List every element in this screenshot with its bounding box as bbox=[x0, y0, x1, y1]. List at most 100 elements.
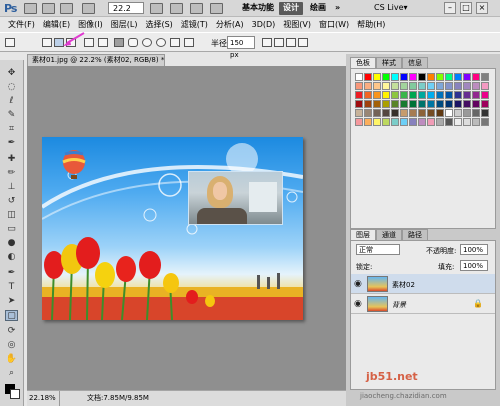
color-swatch[interactable] bbox=[472, 118, 480, 126]
opacity-input[interactable]: 100% bbox=[460, 244, 488, 255]
color-swatch[interactable] bbox=[400, 100, 408, 108]
maximize-icon[interactable]: □ bbox=[460, 2, 472, 14]
color-swatch[interactable] bbox=[391, 109, 399, 117]
type-tool-icon[interactable]: T bbox=[5, 282, 18, 293]
color-swatch[interactable] bbox=[418, 73, 426, 81]
color-swatch[interactable] bbox=[454, 91, 462, 99]
color-swatch[interactable] bbox=[472, 82, 480, 90]
color-swatch[interactable] bbox=[427, 91, 435, 99]
color-swatch[interactable] bbox=[481, 91, 489, 99]
color-swatch[interactable] bbox=[382, 118, 390, 126]
cs-live-button[interactable]: CS Live▾ bbox=[374, 3, 408, 12]
layer-photo-woman[interactable] bbox=[188, 171, 283, 225]
menu-layer[interactable]: 图层(L) bbox=[111, 19, 138, 30]
menu-select[interactable]: 选择(S) bbox=[145, 19, 172, 30]
color-swatch[interactable] bbox=[463, 109, 471, 117]
color-swatch[interactable] bbox=[409, 109, 417, 117]
color-swatch[interactable] bbox=[364, 91, 372, 99]
minimize-icon[interactable]: – bbox=[444, 2, 456, 14]
hand-tool-icon[interactable]: ✋ bbox=[5, 354, 18, 365]
color-swatch[interactable] bbox=[391, 91, 399, 99]
color-swatch[interactable] bbox=[391, 82, 399, 90]
screen-mode-icon[interactable] bbox=[210, 3, 223, 14]
status-doc-size[interactable]: 文档:7.85M/9.85M bbox=[87, 391, 149, 405]
zoom-level-field[interactable]: 22.2 bbox=[108, 2, 144, 14]
color-swatch[interactable] bbox=[463, 82, 471, 90]
marquee-tool-icon[interactable]: ◌ bbox=[5, 82, 18, 93]
color-swatch[interactable] bbox=[364, 100, 372, 108]
blur-tool-icon[interactable]: ● bbox=[5, 238, 18, 249]
color-swatch[interactable] bbox=[364, 118, 372, 126]
color-swatch[interactable] bbox=[427, 109, 435, 117]
workspace-basic[interactable]: 基本功能 bbox=[238, 2, 278, 15]
workspace-painting[interactable]: 绘画 bbox=[306, 2, 330, 15]
color-swatch[interactable] bbox=[382, 109, 390, 117]
color-swatch[interactable] bbox=[436, 73, 444, 81]
color-swatch[interactable] bbox=[355, 82, 363, 90]
color-swatch[interactable] bbox=[427, 100, 435, 108]
arrange-documents-icon[interactable] bbox=[190, 3, 203, 14]
3d-orbit-icon[interactable]: ◎ bbox=[5, 340, 18, 351]
color-swatch[interactable] bbox=[481, 73, 489, 81]
move-tool-icon[interactable]: ✥ bbox=[5, 68, 18, 79]
path-select-icon[interactable]: ➤ bbox=[5, 296, 18, 307]
visibility-eye-icon[interactable]: ◉ bbox=[354, 279, 362, 289]
freeform-pen-icon[interactable] bbox=[98, 38, 108, 47]
rotate-view-icon[interactable] bbox=[170, 3, 183, 14]
color-swatch[interactable] bbox=[400, 82, 408, 90]
color-swatch[interactable] bbox=[382, 91, 390, 99]
minibridge-icon[interactable] bbox=[42, 3, 55, 14]
bridge-icon[interactable] bbox=[24, 3, 37, 14]
crop-tool-icon[interactable]: ⌗ bbox=[5, 124, 18, 135]
lasso-tool-icon[interactable]: ℓ bbox=[5, 96, 18, 107]
rectangle-icon[interactable] bbox=[114, 38, 124, 47]
color-swatch[interactable] bbox=[454, 73, 462, 81]
line-icon[interactable] bbox=[170, 38, 180, 47]
menu-file[interactable]: 文件(F) bbox=[8, 19, 35, 30]
menu-view[interactable]: 视图(V) bbox=[283, 19, 311, 30]
color-swatch[interactable] bbox=[436, 109, 444, 117]
path-subtract-icon[interactable] bbox=[274, 38, 284, 47]
color-swatch[interactable] bbox=[418, 100, 426, 108]
color-swatch[interactable] bbox=[391, 73, 399, 81]
color-swatch[interactable] bbox=[364, 82, 372, 90]
color-swatch[interactable] bbox=[355, 73, 363, 81]
zoom-tool-icon[interactable]: ⌕ bbox=[5, 368, 18, 379]
color-swatch[interactable] bbox=[436, 100, 444, 108]
color-swatch[interactable] bbox=[436, 118, 444, 126]
color-swatch[interactable] bbox=[445, 91, 453, 99]
color-swatch[interactable] bbox=[373, 91, 381, 99]
ellipse-icon[interactable] bbox=[142, 38, 152, 47]
pen-tool-icon[interactable]: ✒ bbox=[5, 268, 18, 279]
color-swatch[interactable] bbox=[382, 73, 390, 81]
color-swatch[interactable] bbox=[400, 109, 408, 117]
color-swatch[interactable] bbox=[481, 82, 489, 90]
color-swatch[interactable] bbox=[409, 100, 417, 108]
color-swatch[interactable] bbox=[445, 118, 453, 126]
workspace-design[interactable]: 设计 bbox=[279, 2, 303, 15]
color-swatch[interactable] bbox=[481, 100, 489, 108]
view-extras-icon[interactable] bbox=[82, 3, 95, 14]
color-swatch[interactable] bbox=[445, 73, 453, 81]
eyedropper-tool-icon[interactable]: ✒ bbox=[5, 138, 18, 149]
color-swatch[interactable] bbox=[427, 118, 435, 126]
shape-layers-icon[interactable] bbox=[42, 38, 52, 47]
fill-input[interactable]: 100% bbox=[460, 260, 488, 271]
workspace-more[interactable]: » bbox=[331, 2, 344, 15]
color-swatch[interactable] bbox=[445, 100, 453, 108]
color-swatch[interactable] bbox=[373, 118, 381, 126]
color-swatch[interactable] bbox=[445, 82, 453, 90]
color-swatch[interactable] bbox=[445, 109, 453, 117]
close-icon[interactable]: × bbox=[476, 2, 488, 14]
menu-image[interactable]: 图像(I) bbox=[78, 19, 103, 30]
color-swatch[interactable] bbox=[364, 109, 372, 117]
color-swatch[interactable] bbox=[463, 100, 471, 108]
color-swatch[interactable] bbox=[373, 109, 381, 117]
color-swatch[interactable] bbox=[355, 91, 363, 99]
layer-row-background[interactable]: ◉ 背景 🔒 bbox=[351, 294, 495, 314]
color-swatch[interactable] bbox=[418, 118, 426, 126]
tab-swatches[interactable]: 色板 bbox=[350, 57, 376, 68]
color-swatch[interactable] bbox=[454, 118, 462, 126]
color-swatch[interactable] bbox=[364, 73, 372, 81]
menu-3d[interactable]: 3D(D) bbox=[252, 20, 276, 29]
